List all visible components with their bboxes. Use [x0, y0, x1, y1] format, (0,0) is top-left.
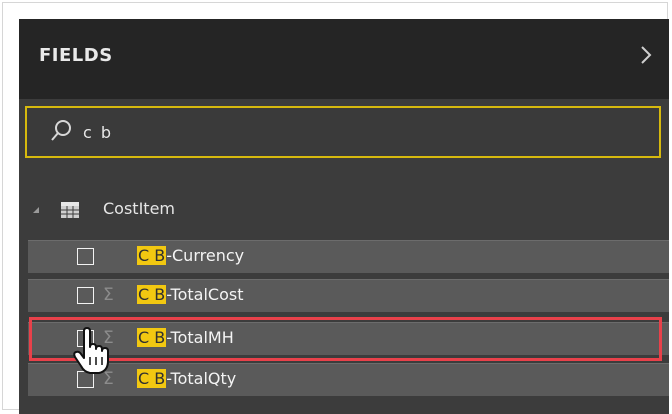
chevron-right-icon[interactable]	[637, 43, 655, 67]
sigma-icon: Σ	[103, 285, 114, 305]
table-icon	[61, 202, 79, 218]
search-match-highlight: C B	[137, 285, 167, 304]
field-name: C B-TotalCost	[137, 285, 243, 304]
table-name: CostItem	[103, 199, 175, 218]
field-checkbox[interactable]	[77, 287, 94, 304]
field-name-suffix: -Currency	[166, 246, 245, 265]
search-match-highlight: C B	[137, 246, 167, 265]
pane-title: FIELDS	[39, 45, 113, 66]
search-input[interactable]	[83, 120, 483, 144]
field-checkbox[interactable]	[77, 248, 94, 265]
field-name-suffix: -TotalCost	[166, 285, 244, 304]
field-row[interactable]: C B-Currency	[28, 240, 669, 273]
field-row[interactable]: Σ C B-TotalCost	[28, 279, 669, 312]
table-node-costitem[interactable]: CostItem	[19, 189, 669, 229]
hand-pointer-icon	[73, 327, 109, 374]
search-box[interactable]	[25, 106, 661, 158]
field-name-suffix: -TotalQty	[166, 369, 237, 388]
fields-pane-header: FIELDS	[19, 19, 669, 99]
field-name: C B-TotalQty	[137, 369, 236, 388]
expanded-triangle-icon[interactable]	[33, 207, 39, 213]
search-icon	[51, 120, 71, 141]
search-match-highlight: C B	[137, 369, 167, 388]
field-row[interactable]: Σ C B-TotalQty	[28, 363, 669, 396]
field-name: C B-Currency	[137, 246, 244, 265]
selection-highlight-box	[29, 317, 662, 361]
